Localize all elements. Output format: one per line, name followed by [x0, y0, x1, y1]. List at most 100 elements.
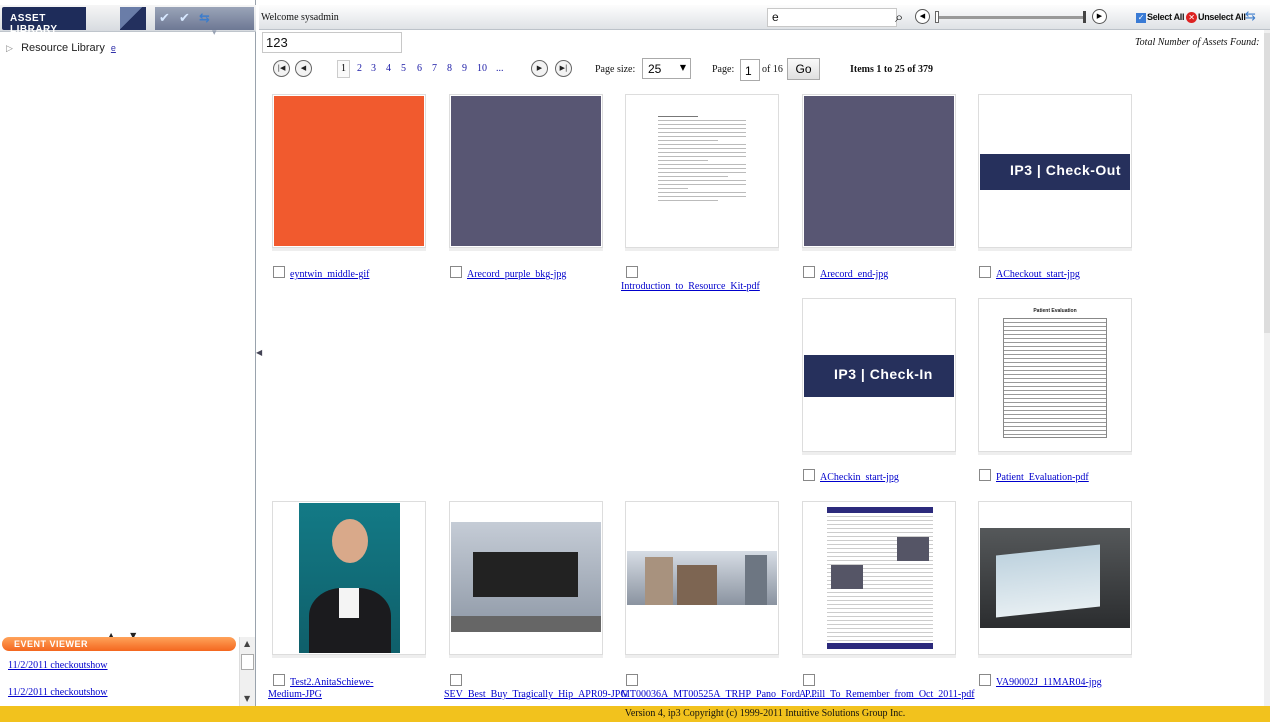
asset-checkbox[interactable]: [979, 674, 991, 686]
asset-checkbox[interactable]: [273, 266, 285, 278]
asset-link[interactable]: Arecord_end-jpg: [820, 269, 888, 280]
asset-link[interactable]: ACheckout_start-jpg: [996, 269, 1080, 280]
event-item[interactable]: 11/2/2011 checkoutshow: [8, 660, 108, 671]
page-link[interactable]: 10: [477, 63, 487, 74]
page-link[interactable]: 9: [462, 63, 467, 74]
asset-checkbox[interactable]: [450, 266, 462, 278]
asset-card[interactable]: [272, 94, 426, 248]
last-page-icon[interactable]: ▶|: [555, 60, 572, 77]
zoom-out-icon[interactable]: ◀: [915, 9, 930, 24]
zoom-slider-end: [1083, 11, 1086, 23]
page-link[interactable]: 4: [386, 63, 391, 74]
asset-checkbox[interactable]: [450, 674, 462, 686]
asset-card[interactable]: [449, 94, 603, 248]
page-link-more[interactable]: ...: [496, 63, 504, 74]
asset-link[interactable]: SEV_Best_Buy_Tragically_Hip_APR09-JPG: [444, 689, 628, 700]
first-page-icon[interactable]: |◀: [273, 60, 290, 77]
zoom-slider-thumb[interactable]: [935, 11, 939, 23]
scroll-thumb[interactable]: [1264, 33, 1270, 333]
asset-card[interactable]: [625, 501, 779, 655]
asset-link[interactable]: Arecord_purple_bkg-jpg: [467, 269, 566, 280]
page-link[interactable]: 5: [401, 63, 406, 74]
main-scrollbar[interactable]: [1264, 30, 1270, 706]
page-link[interactable]: 7: [432, 63, 437, 74]
expand-arrow-icon[interactable]: ▷: [6, 43, 18, 54]
asset-card[interactable]: [272, 501, 426, 655]
event-list: 11/2/2011 checkoutshow 11/2/2011 checkou…: [0, 652, 238, 706]
tree-root[interactable]: ▷ Resource Library e: [6, 42, 116, 54]
search-input[interactable]: e: [767, 8, 897, 27]
footer: Version 4, ip3 Copyright (c) 1999-2011 I…: [0, 706, 1270, 722]
event-scrollbar[interactable]: ▲ ▼: [239, 637, 255, 706]
select-all-button[interactable]: ✓ Select All: [1136, 12, 1184, 23]
asset-card[interactable]: [449, 501, 603, 655]
scroll-down-icon[interactable]: ▼: [244, 694, 250, 703]
asset-card[interactable]: [802, 501, 956, 655]
asset-card[interactable]: [802, 94, 956, 248]
asset-link[interactable]: Test2.AnitaSchiewe-Medium-JPG: [268, 677, 398, 701]
event-viewer-header[interactable]: EVENT VIEWER: [2, 637, 236, 651]
document-thumbnail[interactable]: [827, 507, 933, 649]
keyword-input[interactable]: 123: [262, 32, 402, 53]
prev-page-icon[interactable]: ◀: [295, 60, 312, 77]
event-item[interactable]: 11/2/2011 checkoutshow: [8, 687, 108, 698]
asset-link[interactable]: Introduction_to_Resource_Kit-pdf: [621, 281, 760, 292]
check-icon[interactable]: ✔: [159, 11, 170, 26]
unselect-all-button[interactable]: ✕ Unselect All: [1186, 12, 1246, 23]
photo-thumbnail[interactable]: [627, 551, 777, 605]
scroll-up-icon[interactable]: ▲: [244, 639, 250, 648]
asset-link[interactable]: eyntwin_middle-gif: [290, 269, 369, 280]
asset-checkbox[interactable]: [626, 266, 638, 278]
asset-card[interactable]: IP3 | Check-In: [802, 298, 956, 452]
asset-thumbnail[interactable]: [451, 96, 601, 246]
asset-link[interactable]: A_Pill_To_Remember_from_Oct_2011-pdf: [799, 689, 975, 700]
tree-root-label[interactable]: Resource Library: [21, 42, 105, 54]
asset-link[interactable]: Patient_Evaluation-pdf: [996, 472, 1089, 483]
search-icon[interactable]: ⌕: [895, 8, 903, 26]
logo-accent: [120, 7, 146, 30]
page-input[interactable]: 1: [740, 59, 760, 81]
scroll-thumb[interactable]: [241, 654, 254, 670]
page-of-label: of 16: [762, 64, 783, 75]
asset-thumbnail[interactable]: IP3 | Check-Out: [980, 154, 1130, 190]
asset-checkbox[interactable]: [979, 266, 991, 278]
left-panel: ASSET LIBRARY ✔ ✔ ⇆ ▾ ▷ Resource Library…: [0, 0, 256, 706]
photo-thumbnail[interactable]: [299, 503, 400, 653]
photo-thumbnail[interactable]: [451, 522, 601, 632]
asset-checkbox[interactable]: [803, 674, 815, 686]
asset-card[interactable]: [978, 501, 1132, 655]
building: [677, 565, 717, 605]
asset-checkbox[interactable]: [626, 674, 638, 686]
zoom-slider[interactable]: [936, 16, 1086, 19]
page-size-select[interactable]: 25 ▼: [642, 58, 691, 79]
asset-link[interactable]: MT00036A_MT00525A_TRHP_Pano_Ford_P...: [621, 689, 817, 700]
arrows-icon[interactable]: ⇆: [199, 11, 210, 26]
next-page-icon[interactable]: ▶: [531, 60, 548, 77]
go-button[interactable]: Go: [787, 58, 820, 80]
chevron-down-icon[interactable]: ▾: [212, 28, 220, 38]
photo-thumbnail[interactable]: [980, 528, 1130, 628]
asset-link[interactable]: ACheckin_start-jpg: [820, 472, 899, 483]
asset-card[interactable]: IP3 | Check-Out: [978, 94, 1132, 248]
page-link[interactable]: 8: [447, 63, 452, 74]
document-thumbnail[interactable]: [658, 113, 746, 223]
page-link[interactable]: 6: [417, 63, 422, 74]
asset-thumbnail[interactable]: IP3 | Check-In: [804, 355, 954, 397]
page-link[interactable]: 3: [371, 63, 376, 74]
asset-card[interactable]: [625, 94, 779, 248]
asset-checkbox[interactable]: [979, 469, 991, 481]
asset-checkbox[interactable]: [803, 469, 815, 481]
portrait-face: [332, 519, 368, 563]
zoom-in-icon[interactable]: ▶: [1092, 9, 1107, 24]
asset-thumbnail[interactable]: [274, 96, 424, 246]
check-all-icon[interactable]: ✔: [179, 11, 190, 26]
asset-checkbox[interactable]: [803, 266, 815, 278]
tree-root-suffix[interactable]: e: [111, 43, 116, 53]
refresh-icon[interactable]: ⇆: [1245, 9, 1256, 24]
page-link[interactable]: 2: [357, 63, 362, 74]
document-thumbnail[interactable]: Patient Evaluation: [1003, 308, 1107, 442]
asset-thumbnail[interactable]: [804, 96, 954, 246]
asset-card[interactable]: Patient Evaluation: [978, 298, 1132, 452]
asset-link[interactable]: VA90002J_11MAR04-jpg: [996, 677, 1102, 688]
page-link[interactable]: 1: [337, 60, 350, 78]
